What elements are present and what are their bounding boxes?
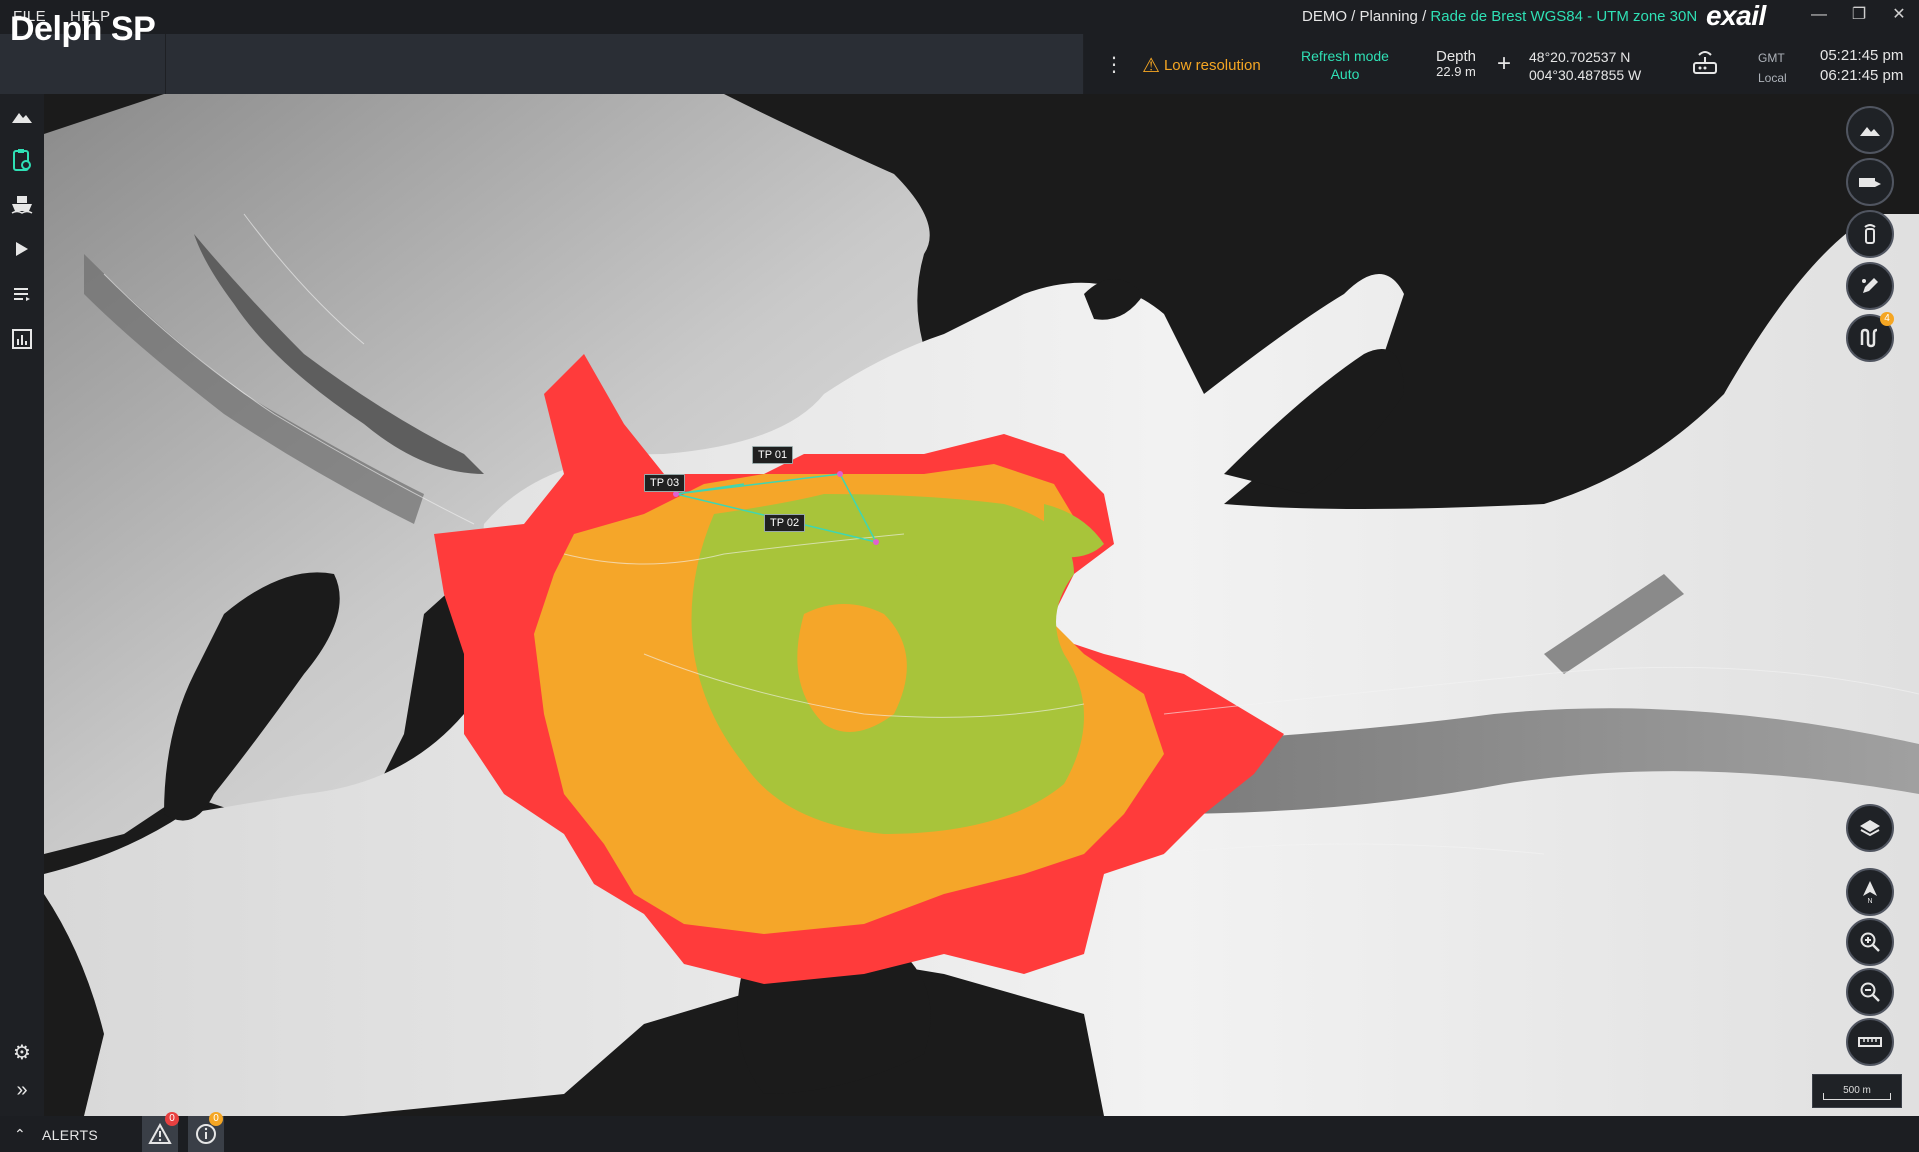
minimize-icon[interactable]: —: [1805, 3, 1833, 27]
warning-icon: ⚠: [1142, 55, 1160, 77]
crosshair-icon: +: [1497, 50, 1512, 77]
list-icon[interactable]: [8, 280, 36, 308]
warnings-count: 0: [165, 1112, 179, 1126]
low-resolution-warning: ⚠ Low resolution: [1142, 55, 1261, 77]
terrain-view-button[interactable]: [1846, 106, 1894, 154]
target-tp02[interactable]: TP 02: [764, 514, 806, 532]
play-icon[interactable]: [8, 235, 36, 263]
transponder-button[interactable]: [1846, 210, 1894, 258]
scale-label: 500 m: [1843, 1085, 1871, 1096]
left-sidebar: ⚙ »: [0, 94, 44, 1116]
terrain-icon[interactable]: [8, 102, 36, 130]
cursor-coordinates: 48°20.702537 N 004°30.487855 W: [1529, 49, 1642, 83]
router-icon[interactable]: [1690, 48, 1720, 78]
chevron-up-icon[interactable]: ⌃: [14, 1126, 26, 1143]
kebab-menu-icon[interactable]: ⋮: [1104, 52, 1124, 77]
zoom-out-button[interactable]: [1846, 968, 1894, 1016]
vessel-follow-button[interactable]: [1846, 158, 1894, 206]
refresh-mode[interactable]: Refresh mode Auto: [1290, 47, 1400, 83]
bottom-bar: [0, 1116, 1919, 1152]
depth-readout: Depth 22.9 m: [1435, 48, 1477, 79]
bar-chart-icon[interactable]: [8, 325, 36, 353]
brand-logo: exail: [1706, 0, 1766, 31]
layers-button[interactable]: [1846, 804, 1894, 852]
edit-pattern-button[interactable]: [1846, 262, 1894, 310]
north-up-button[interactable]: N: [1846, 868, 1894, 916]
breadcrumb-demo[interactable]: DEMO: [1302, 8, 1347, 25]
svg-text:N: N: [1867, 898, 1872, 904]
map-canvas[interactable]: TP 01 TP 02 TP 03: [44, 94, 1919, 1116]
ship-icon[interactable]: [8, 190, 36, 218]
timezone-labels: GMT Local: [1758, 51, 1787, 85]
close-icon[interactable]: ✕: [1885, 3, 1913, 27]
gear-icon[interactable]: ⚙: [8, 1038, 36, 1066]
breadcrumb: DEMO / Planning / Rade de Brest WGS84 - …: [1302, 8, 1698, 25]
breadcrumb-project[interactable]: Rade de Brest WGS84 - UTM zone 30N: [1430, 8, 1697, 25]
measure-button[interactable]: [1846, 1018, 1894, 1066]
target-tp03[interactable]: TP 03: [644, 474, 686, 492]
clock: 05:21:45 pm 06:21:45 pm: [1820, 47, 1904, 84]
clipboard-clock-icon[interactable]: [8, 146, 36, 174]
double-chevron-right-icon[interactable]: »: [8, 1076, 36, 1104]
alerts-toggle[interactable]: ALERTS: [42, 1127, 98, 1143]
zoom-in-button[interactable]: [1846, 918, 1894, 966]
target-tp01[interactable]: TP 01: [752, 446, 794, 464]
restore-icon[interactable]: ❐: [1845, 3, 1873, 27]
map-layer[interactable]: [44, 94, 1919, 1116]
info-count: 0: [209, 1112, 223, 1126]
app-title: Delph SP: [10, 10, 156, 48]
breadcrumb-planning[interactable]: Planning: [1360, 8, 1418, 25]
header-spacer: [166, 34, 1083, 94]
survey-lines-badge: 4: [1880, 312, 1894, 326]
scale-bar: 500 m: [1812, 1074, 1902, 1108]
